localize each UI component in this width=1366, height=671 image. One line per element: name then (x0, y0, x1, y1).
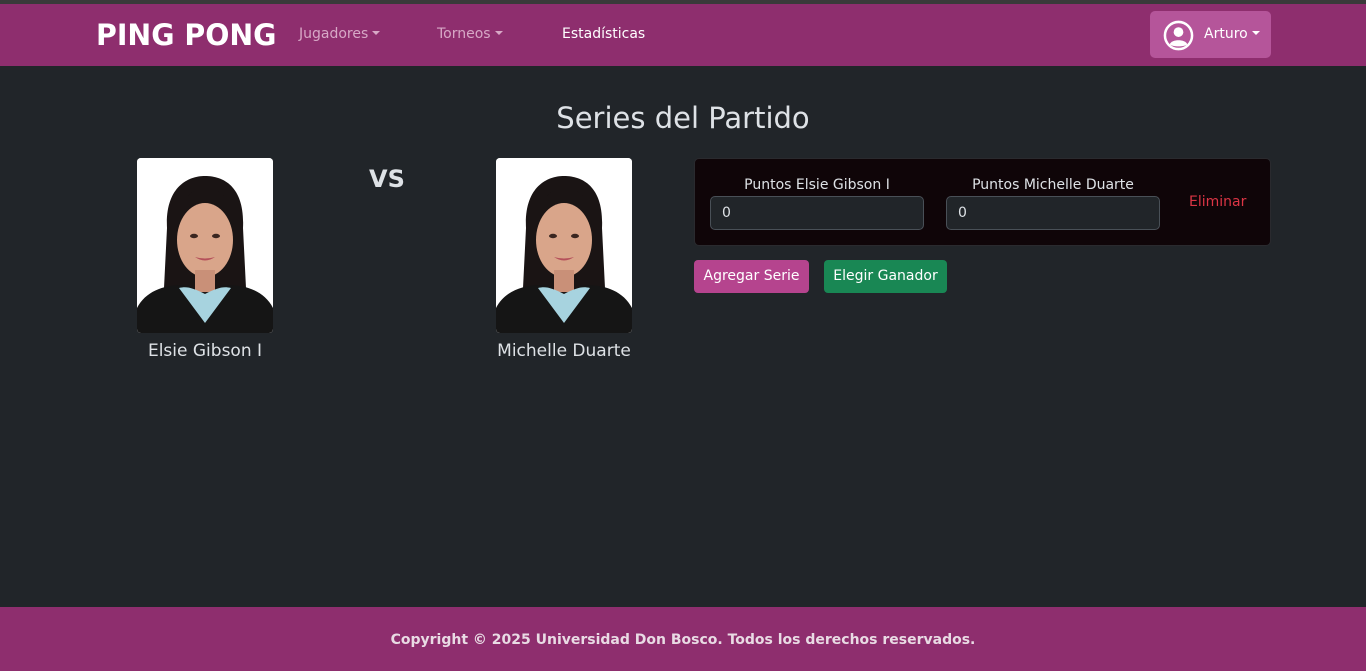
choose-winner-button[interactable]: Elegir Ganador (824, 260, 947, 293)
player-2-points-input[interactable] (946, 196, 1160, 230)
footer: Copyright © 2025 Universidad Don Bosco. … (0, 607, 1366, 671)
page-title: Series del Partido (556, 101, 810, 135)
nav-jugadores-label: Jugadores (299, 26, 369, 42)
caret-down-icon (1251, 31, 1260, 35)
navbar: PING PONG Jugadores Torneos Estadísticas… (0, 4, 1366, 66)
series-card: Puntos Elsie Gibson I Puntos Michelle Du… (694, 158, 1271, 246)
player-1-points-label: Puntos Elsie Gibson I (744, 177, 890, 193)
footer-copyright: Copyright © 2025 Universidad Don Bosco. … (390, 632, 976, 648)
user-menu-dropdown[interactable]: Arturo (1150, 11, 1271, 58)
caret-down-icon (494, 31, 503, 35)
user-circle-icon (1163, 20, 1194, 51)
brand-logo[interactable]: PING PONG (96, 18, 277, 52)
player-2-points-label: Puntos Michelle Duarte (972, 177, 1134, 193)
player-1-photo (137, 158, 273, 333)
player-2-photo (496, 158, 632, 333)
add-series-button[interactable]: Agregar Serie (694, 260, 809, 293)
caret-down-icon (372, 31, 381, 35)
nav-estadisticas-link[interactable]: Estadísticas (562, 26, 645, 42)
player-1-name: Elsie Gibson I (147, 341, 263, 361)
delete-series-button[interactable]: Eliminar (1189, 194, 1246, 210)
player-2-name: Michelle Duarte (497, 341, 631, 361)
nav-torneos-dropdown[interactable]: Torneos (437, 26, 503, 42)
user-name-label: Arturo (1204, 26, 1260, 42)
nav-torneos-label: Torneos (437, 26, 491, 42)
player-1-points-input[interactable] (710, 196, 924, 230)
vs-label: VS (369, 165, 405, 193)
nav-jugadores-dropdown[interactable]: Jugadores (299, 26, 381, 42)
